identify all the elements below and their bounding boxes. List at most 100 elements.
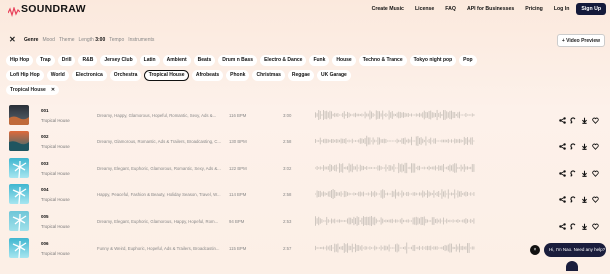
- genre-chip[interactable]: House: [332, 55, 356, 66]
- brand-name: SOUNDRAW: [21, 3, 86, 15]
- nav-api[interactable]: API for Businesses: [467, 6, 514, 12]
- track-row[interactable]: 004 Tropical House Happy, Peaceful, Fashio…: [0, 182, 610, 207]
- track-thumbnail[interactable]: [9, 131, 29, 151]
- nav-license[interactable]: License: [415, 6, 434, 12]
- nav-create-music[interactable]: Create Music: [372, 6, 404, 12]
- track-moods: Dreamy, Elegant, Euphoric, Glamorous, Ro…: [97, 166, 221, 171]
- genre-chip[interactable]: Latin: [139, 55, 160, 66]
- active-filter-chip[interactable]: Tropical House ✕: [6, 85, 60, 95]
- favorite-icon[interactable]: [592, 164, 599, 177]
- genre-chip[interactable]: Lofi Hip Hop: [6, 70, 44, 82]
- favorite-icon[interactable]: [592, 190, 599, 203]
- genre-chip[interactable]: Drill: [57, 55, 76, 66]
- favorite-icon[interactable]: [592, 217, 599, 230]
- genre-chip[interactable]: Drum n Bass: [218, 55, 258, 66]
- find-similar-icon[interactable]: [570, 217, 577, 230]
- tab-instruments[interactable]: Instruments: [128, 37, 154, 43]
- genre-chip[interactable]: Tokyo night pop: [409, 55, 457, 66]
- genre-chip[interactable]: Jersey Club: [100, 55, 137, 66]
- nav-pricing[interactable]: Pricing: [525, 6, 543, 12]
- tab-genre[interactable]: Genre: [24, 37, 38, 43]
- genre-chip[interactable]: Electro & Dance: [260, 55, 307, 66]
- genre-chip[interactable]: Reggae: [287, 70, 314, 82]
- tab-label: Mood: [42, 37, 55, 43]
- signup-button[interactable]: Sign Up: [576, 3, 606, 15]
- genre-chip[interactable]: Funk: [309, 55, 330, 66]
- genre-chip[interactable]: Pop: [459, 55, 477, 66]
- genre-chip[interactable]: Hip Hop: [6, 55, 34, 66]
- genre-chip[interactable]: Trap: [36, 55, 55, 66]
- share-icon[interactable]: [559, 217, 566, 230]
- waveform[interactable]: [315, 161, 476, 174]
- track-row[interactable]: 006 Tropical House Funny & Weird, Euphoric…: [0, 236, 610, 261]
- waveform[interactable]: [315, 214, 476, 227]
- track-thumbnail[interactable]: [9, 158, 29, 178]
- track-thumbnail[interactable]: [9, 211, 29, 231]
- track-thumbnail[interactable]: [9, 238, 29, 258]
- top-navigation: SOUNDRAW Create Music License FAQ API fo…: [0, 0, 610, 20]
- genre-chip[interactable]: Afrobeats: [191, 70, 224, 82]
- find-similar-icon[interactable]: [570, 164, 577, 177]
- share-icon[interactable]: [559, 190, 566, 203]
- waveform[interactable]: [315, 187, 476, 200]
- download-icon[interactable]: [581, 164, 588, 177]
- track-row[interactable]: 005 Tropical House Dreamy, Elegant, Euphor…: [0, 209, 610, 234]
- track-duration: 2:53: [283, 219, 292, 224]
- favorite-icon[interactable]: [592, 137, 599, 150]
- track-number: 002: [41, 134, 49, 139]
- waveform[interactable]: [315, 241, 476, 254]
- track-bpm: 122 BPM: [229, 166, 247, 171]
- genre-chip[interactable]: Orchestra: [109, 70, 142, 82]
- video-preview-button[interactable]: + Video Preview: [556, 34, 605, 47]
- genre-chip[interactable]: Phonk: [226, 70, 250, 82]
- genre-chip[interactable]: UK Garage: [316, 70, 351, 82]
- favorite-icon[interactable]: [592, 111, 599, 124]
- tab-label: Genre: [24, 37, 39, 43]
- track-thumbnail[interactable]: [9, 105, 29, 125]
- track-row[interactable]: 003 Tropical House Dreamy, Elegant, Euphor…: [0, 156, 610, 181]
- track-thumbnail[interactable]: [9, 184, 29, 204]
- remove-filter-icon[interactable]: ✕: [51, 87, 55, 93]
- download-icon[interactable]: [581, 190, 588, 203]
- nav-faq[interactable]: FAQ: [445, 6, 456, 12]
- chat-avatar-icon[interactable]: [566, 261, 578, 271]
- share-icon[interactable]: [559, 137, 566, 150]
- tab-mood[interactable]: Mood: [42, 37, 55, 43]
- tab-label: Tempo: [109, 37, 125, 43]
- track-bpm: 116 BPM: [229, 113, 247, 118]
- track-genre: Tropical House: [41, 171, 70, 176]
- genre-chip[interactable]: Tropical House: [144, 70, 189, 82]
- chat-bubble[interactable]: Hi, I'm Nao. Need any help?: [544, 243, 606, 257]
- find-similar-icon[interactable]: [570, 137, 577, 150]
- share-icon[interactable]: [559, 164, 566, 177]
- logo[interactable]: SOUNDRAW: [7, 3, 86, 18]
- track-actions: [559, 164, 599, 177]
- nav-login[interactable]: Log In: [554, 6, 570, 12]
- tab-length[interactable]: Length 3:00: [79, 37, 106, 43]
- close-filters-icon[interactable]: ✕: [9, 36, 16, 44]
- find-similar-icon[interactable]: [570, 190, 577, 203]
- share-icon[interactable]: [559, 111, 566, 124]
- chat-close-button[interactable]: ×: [530, 245, 540, 255]
- track-row[interactable]: 001 Tropical House Dreamy, Happy, Glamorou…: [0, 103, 610, 128]
- track-genre: Tropical House: [41, 118, 70, 123]
- download-icon[interactable]: [581, 217, 588, 230]
- waveform[interactable]: [315, 108, 476, 121]
- track-actions: [559, 111, 599, 124]
- track-duration: 2:58: [283, 192, 292, 197]
- download-icon[interactable]: [581, 111, 588, 124]
- tab-tempo[interactable]: Tempo: [109, 37, 124, 43]
- find-similar-icon[interactable]: [570, 111, 577, 124]
- download-icon[interactable]: [581, 137, 588, 150]
- waveform[interactable]: [315, 134, 476, 147]
- genre-chip[interactable]: Ambient: [162, 55, 191, 66]
- genre-chip[interactable]: R&B: [78, 55, 98, 66]
- genre-chip[interactable]: Beats: [193, 55, 216, 66]
- track-row[interactable]: 002 Tropical House Dreamy, Glamorous, Roma…: [0, 129, 610, 154]
- active-filters: Tropical House ✕: [6, 85, 606, 95]
- genre-chip[interactable]: Christmas: [252, 70, 285, 82]
- genre-chip[interactable]: Techno & Trance: [358, 55, 407, 66]
- genre-chip[interactable]: Electronica: [71, 70, 107, 82]
- tab-theme[interactable]: Theme: [59, 37, 75, 43]
- genre-chip[interactable]: World: [46, 70, 69, 82]
